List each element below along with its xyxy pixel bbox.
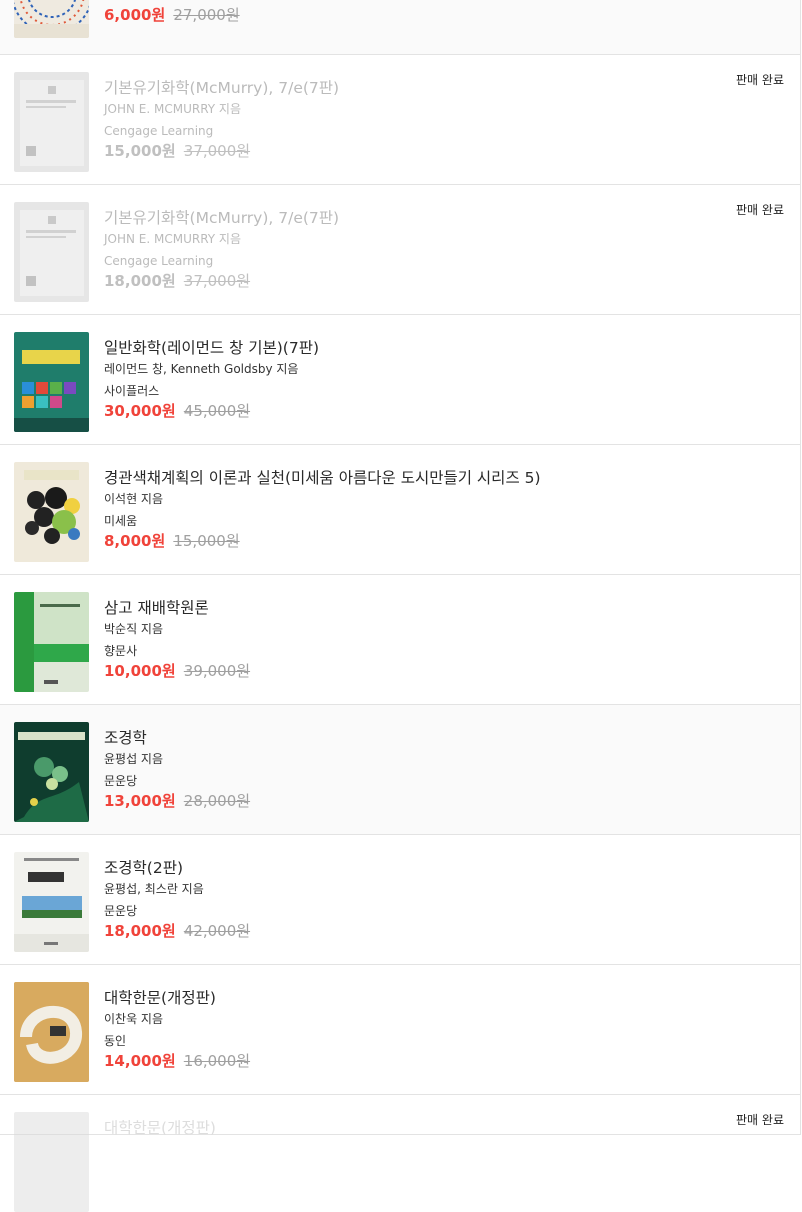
book-publisher: 향문사: [104, 644, 138, 658]
book-info: 기본유기화학(McMurry), 7/e(7판) JOHN E. MCMURRY…: [104, 208, 740, 292]
book-author: 이석현 지음: [104, 492, 164, 506]
price-row: 15,000원 37,000원: [104, 140, 740, 162]
book-title[interactable]: 삼고 재배학원론: [104, 598, 740, 618]
sale-price: 15,000원: [104, 142, 176, 160]
original-price: 16,000원: [183, 1052, 251, 1070]
book-info: 경관색채계획의 이론과 실천(미세움 아름다운 도시만들기 시리즈 5) 이석현…: [104, 468, 740, 552]
book-info: 조경학(2판) 윤평섭, 최스란 지음 문운당 18,000원 42,000원: [104, 858, 740, 942]
book-title[interactable]: 일반화학(레이먼드 창 기본)(7판): [104, 338, 740, 358]
book-info: 일반화학(레이먼드 창 기본)(7판) 레이먼드 창, Kenneth Gold…: [104, 338, 740, 422]
price-row: 18,000원 42,000원: [104, 920, 740, 942]
sale-price: 18,000원: [104, 272, 176, 290]
book-cover-image[interactable]: [14, 1112, 89, 1212]
book-title[interactable]: 조경학(2판): [104, 858, 740, 878]
book-author: 윤평섭, 최스란 지음: [104, 882, 204, 896]
price-row: 30,000원 45,000원: [104, 400, 740, 422]
list-item[interactable]: 대학한문(개정판) 이찬욱 지음 동인 14,000원 16,000원: [0, 965, 800, 1095]
book-cover-image[interactable]: [14, 982, 89, 1082]
book-info: 삼고 재배학원론 박순직 지음 향문사 10,000원 39,000원: [104, 598, 740, 682]
book-info: 기본유기화학(McMurry), 7/e(7판) JOHN E. MCMURRY…: [104, 78, 740, 162]
original-price: 39,000원: [183, 662, 251, 680]
list-item[interactable]: 조경학(2판) 윤평섭, 최스란 지음 문운당 18,000원 42,000원: [0, 835, 800, 965]
original-price: 45,000원: [183, 402, 251, 420]
price-row: 10,000원 39,000원: [104, 660, 740, 682]
book-publisher: 문운당: [104, 774, 138, 788]
sold-out-badge: 판매 완료: [736, 203, 784, 217]
sale-price: 8,000원: [104, 532, 166, 550]
list-item[interactable]: 6,000원 27,000원: [0, 0, 800, 55]
book-author: JOHN E. MCMURRY 지음: [104, 232, 242, 246]
sale-price: 14,000원: [104, 1052, 176, 1070]
book-cover-image[interactable]: [14, 852, 89, 952]
sale-price: 30,000원: [104, 402, 176, 420]
book-info: 6,000원 27,000원: [104, 3, 740, 26]
sold-out-badge: 판매 완료: [736, 1113, 784, 1127]
original-price: 37,000원: [183, 142, 251, 160]
sale-price: 6,000원: [104, 6, 166, 24]
price-row: 8,000원 15,000원: [104, 530, 740, 552]
price-row: 13,000원 28,000원: [104, 790, 740, 812]
book-publisher: 동인: [104, 1034, 127, 1048]
book-author: 레이먼드 창, Kenneth Goldsby 지음: [104, 362, 299, 376]
book-title[interactable]: 대학한문(개정판): [104, 1118, 740, 1138]
book-publisher: 문운당: [104, 904, 138, 918]
book-publisher: Cengage Learning: [104, 254, 214, 268]
sold-out-badge: 판매 완료: [736, 73, 784, 87]
original-price: 37,000원: [183, 272, 251, 290]
book-author: 이찬욱 지음: [104, 1012, 164, 1026]
list-item[interactable]: 경관색채계획의 이론과 실천(미세움 아름다운 도시만들기 시리즈 5) 이석현…: [0, 445, 800, 575]
book-cover-image[interactable]: [14, 72, 89, 172]
list-item[interactable]: 대학한문(개정판) 판매 완료: [0, 1095, 800, 1212]
book-author: JOHN E. MCMURRY 지음: [104, 102, 242, 116]
book-title[interactable]: 조경학: [104, 728, 740, 748]
book-list: 6,000원 27,000원 기본유기화학(McMurry), 7/e(7판) …: [0, 0, 801, 1212]
book-cover-image[interactable]: [14, 332, 89, 432]
book-info: 조경학 윤평섭 지음 문운당 13,000원 28,000원: [104, 728, 740, 812]
original-price: 15,000원: [173, 532, 240, 550]
book-cover-image[interactable]: [14, 592, 89, 692]
book-author: 윤평섭 지음: [104, 752, 164, 766]
price-row: 6,000원 27,000원: [104, 4, 740, 26]
book-cover-image[interactable]: [14, 722, 89, 822]
book-publisher: Cengage Learning: [104, 124, 214, 138]
original-price: 27,000원: [173, 6, 240, 24]
book-cover-image[interactable]: [14, 202, 89, 302]
book-cover-image[interactable]: [14, 0, 89, 38]
book-info: 대학한문(개정판) 이찬욱 지음 동인 14,000원 16,000원: [104, 988, 740, 1072]
book-title[interactable]: 기본유기화학(McMurry), 7/e(7판): [104, 78, 740, 98]
list-item[interactable]: 기본유기화학(McMurry), 7/e(7판) JOHN E. MCMURRY…: [0, 185, 800, 315]
original-price: 28,000원: [183, 792, 251, 810]
book-title[interactable]: 경관색채계획의 이론과 실천(미세움 아름다운 도시만들기 시리즈 5): [104, 468, 740, 488]
list-item[interactable]: 일반화학(레이먼드 창 기본)(7판) 레이먼드 창, Kenneth Gold…: [0, 315, 800, 445]
price-row: 14,000원 16,000원: [104, 1050, 740, 1072]
book-info: 대학한문(개정판): [104, 1118, 740, 1138]
book-title[interactable]: 대학한문(개정판): [104, 988, 740, 1008]
sale-price: 10,000원: [104, 662, 176, 680]
book-publisher: 미세움: [104, 514, 138, 528]
list-item[interactable]: 조경학 윤평섭 지음 문운당 13,000원 28,000원: [0, 705, 800, 835]
book-cover-image[interactable]: [14, 462, 89, 562]
original-price: 42,000원: [183, 922, 251, 940]
sale-price: 13,000원: [104, 792, 176, 810]
list-item[interactable]: 기본유기화학(McMurry), 7/e(7판) JOHN E. MCMURRY…: [0, 55, 800, 185]
list-item[interactable]: 삼고 재배학원론 박순직 지음 향문사 10,000원 39,000원: [0, 575, 800, 705]
book-publisher: 사이플러스: [104, 384, 160, 398]
book-author: 박순직 지음: [104, 622, 164, 636]
price-row: 18,000원 37,000원: [104, 270, 740, 292]
book-title[interactable]: 기본유기화학(McMurry), 7/e(7판): [104, 208, 740, 228]
sale-price: 18,000원: [104, 922, 176, 940]
